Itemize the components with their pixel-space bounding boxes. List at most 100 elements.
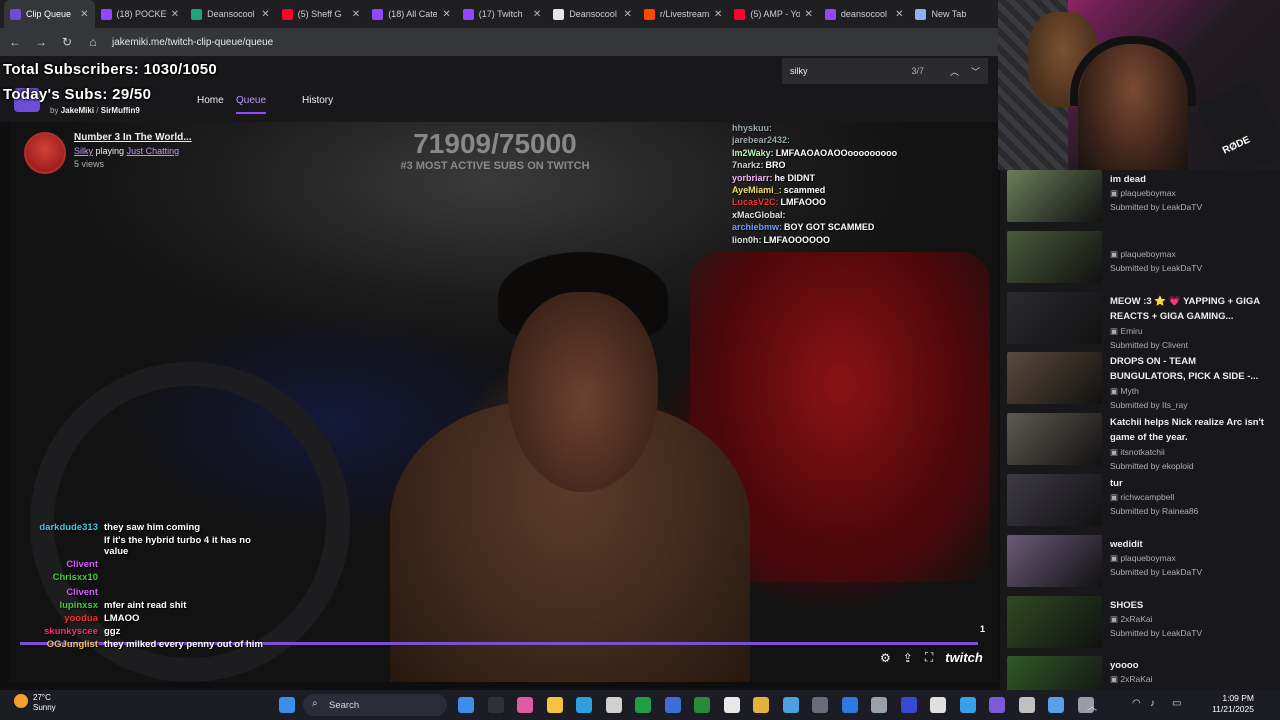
taskbar-app-icon[interactable] <box>517 697 533 713</box>
browser-tab[interactable]: Clip Queue ✕ <box>4 0 95 28</box>
weather-icon[interactable] <box>14 694 28 708</box>
url-field[interactable]: jakemiki.me/twitch-clip-queue/queue <box>112 37 1000 48</box>
taskbar-app-icon[interactable] <box>782 697 799 713</box>
queue-item[interactable]: DROPS ON - TEAM BUNGULATORS, PICK A SIDE… <box>1000 352 1280 413</box>
chat-message: lupinxsx mfer aint read shit <box>14 600 274 611</box>
taskbar-app-icon[interactable] <box>458 697 474 713</box>
tray-chevron-icon[interactable]: ︿ <box>1087 698 1097 713</box>
taskbar-app-icon[interactable] <box>959 697 976 713</box>
close-tab-icon[interactable]: ✕ <box>261 9 269 20</box>
taskbar-app-icon[interactable] <box>871 697 887 713</box>
battery-icon[interactable]: ▭ <box>1172 698 1181 709</box>
fullscreen-icon[interactable]: ⛶ <box>925 650 933 665</box>
close-tab-icon[interactable]: ✕ <box>80 9 88 20</box>
close-tab-icon[interactable]: ✕ <box>805 9 813 20</box>
twitch-logo[interactable]: twitch <box>945 650 983 665</box>
find-input[interactable]: silky <box>790 66 911 76</box>
streamer-link[interactable]: Silky <box>74 146 93 156</box>
wifi-icon[interactable]: ◠ <box>1132 698 1141 709</box>
taskbar-app-icon[interactable] <box>1018 697 1035 713</box>
volume-icon[interactable]: ♪ <box>1150 698 1155 709</box>
clip-thumbnail[interactable] <box>1007 230 1102 283</box>
close-tab-icon[interactable]: ✕ <box>895 9 903 20</box>
sub-goal-caption: #3 MOST ACTIVE SUBS ON TWITCH <box>400 160 590 172</box>
taskbar-app-icon[interactable] <box>694 697 710 713</box>
taskbar-app-icon[interactable] <box>605 697 622 713</box>
nav-history[interactable]: History <box>302 95 333 106</box>
close-tab-icon[interactable]: ✕ <box>352 9 360 20</box>
weather-widget[interactable]: 27°C Sunny <box>33 693 56 713</box>
queue-item-creator: ▣ 2xRaKai <box>1110 613 1153 624</box>
browser-tab[interactable]: New Tab <box>909 0 1000 28</box>
browser-tab[interactable]: deansocool ✕ <box>819 0 910 28</box>
chat-message: LucasV2C: LMFAOOO <box>732 196 998 208</box>
taskbar-app-icon[interactable] <box>812 697 828 713</box>
clip-thumbnail[interactable] <box>1007 413 1102 466</box>
browser-tab[interactable]: (18) POCKET ✕ <box>95 0 186 28</box>
chat-text: If it's the hybrid turbo 4 it has no val… <box>104 535 251 557</box>
start-icon[interactable] <box>279 697 295 713</box>
game-link[interactable]: Just Chatting <box>127 146 180 156</box>
forward-icon[interactable]: → <box>34 35 48 49</box>
nav-queue[interactable]: Queue <box>236 95 267 114</box>
reload-icon[interactable]: ↻ <box>60 35 74 49</box>
queue-item[interactable]: ▣ plaqueboymax Submitted by LeakDaTV <box>1000 230 1280 292</box>
close-tab-icon[interactable]: ✕ <box>533 9 541 20</box>
clip-thumbnail[interactable] <box>1007 474 1102 526</box>
clip-thumbnail[interactable] <box>1007 534 1102 587</box>
taskbar-app-icon[interactable] <box>546 697 563 713</box>
close-tab-icon[interactable]: ✕ <box>442 9 450 20</box>
back-icon[interactable]: ← <box>8 35 22 49</box>
queue-item-submitter: Submitted by LeakDaTV <box>1110 627 1203 638</box>
taskbar-app-icon[interactable] <box>900 697 917 713</box>
taskbar-app-icon[interactable] <box>635 697 651 713</box>
browser-tab[interactable]: (5) AMP - Yo ✕ <box>728 0 819 28</box>
system-clock[interactable]: 1:09 PM 11/21/2025 <box>1208 693 1254 715</box>
browser-tab[interactable]: Deansocool ✕ <box>185 0 276 28</box>
clip-thumbnail[interactable] <box>1007 291 1102 344</box>
clip-thumbnail[interactable] <box>1007 656 1102 690</box>
home-icon[interactable]: ⌂ <box>86 35 100 49</box>
clip-thumbnail[interactable] <box>1007 352 1102 405</box>
browser-tab[interactable]: Deansocool ✕ <box>547 0 638 28</box>
taskbar-app-icon[interactable] <box>1048 697 1064 713</box>
taskbar-app-icon[interactable] <box>576 697 592 713</box>
browser-tab[interactable]: r/Livestream ✕ <box>638 0 729 28</box>
taskbar-app-icon[interactable] <box>664 697 681 713</box>
queue-item[interactable]: yoooo▣ 2xRaKaiSubmitted by LeakDaTV <box>1000 656 1280 690</box>
find-previous-icon[interactable]: ︿ <box>950 65 959 78</box>
nav-home[interactable]: Home <box>197 95 224 106</box>
taskbar-app-icon[interactable] <box>930 697 946 713</box>
share-icon[interactable]: ⇪ <box>903 651 913 665</box>
taskbar-app-icon[interactable] <box>753 697 769 713</box>
author-link-jakemiki[interactable]: JakeMiki <box>61 106 94 115</box>
tab-favicon-icon <box>462 8 474 20</box>
chat-text: scammed <box>783 184 826 195</box>
clip-title[interactable]: Number 3 In The World... <box>74 132 192 143</box>
settings-icon[interactable]: ⚙ <box>880 651 891 665</box>
streamer-avatar[interactable] <box>24 132 66 174</box>
clip-thumbnail[interactable] <box>1007 170 1102 222</box>
taskbar-search[interactable]: ⌕ Search <box>303 694 447 716</box>
queue-item[interactable]: SHOES ▣ 2xRaKai Submitted by LeakDaTV <box>1000 595 1280 657</box>
chat-username: xMacGlobal: <box>732 209 786 220</box>
taskbar-app-icon[interactable] <box>487 697 504 713</box>
queue-item[interactable]: wedidit ▣ plaqueboymax Submitted by LeakDa… <box>1000 534 1280 596</box>
clip-thumbnail[interactable] <box>1007 595 1102 648</box>
close-tab-icon[interactable]: ✕ <box>171 9 179 20</box>
queue-item[interactable]: Katchii helps Nick realize Arc isn't gam… <box>1000 413 1280 474</box>
queue-item[interactable]: tur ▣ richwcampbell Submitted by Rainea86 <box>1000 474 1280 535</box>
author-link-sirmuffin9[interactable]: SirMuffin9 <box>101 106 140 115</box>
taskbar-app-icon[interactable] <box>841 697 858 713</box>
find-next-icon[interactable]: ﹀ <box>971 65 980 78</box>
taskbar-app-icon[interactable] <box>989 697 1005 713</box>
close-tab-icon[interactable]: ✕ <box>714 9 722 20</box>
browser-tab[interactable]: (17) Twitch ✕ <box>457 0 548 28</box>
browser-tab[interactable]: (5) Sheff G ✕ <box>276 0 367 28</box>
address-bar: ← → ↻ ⌂ jakemiki.me/twitch-clip-queue/qu… <box>0 28 1000 56</box>
close-tab-icon[interactable]: ✕ <box>623 9 631 20</box>
queue-item[interactable]: MEOW :3 ⭐ 💗 YAPPING + GIGA REACTS + GIGA… <box>1000 291 1280 353</box>
taskbar-app-icon[interactable] <box>723 697 740 713</box>
queue-item[interactable]: im dead ▣ plaqueboymax Submitted by LeakDa… <box>1000 170 1280 231</box>
browser-tab[interactable]: (18) All Cate ✕ <box>366 0 457 28</box>
